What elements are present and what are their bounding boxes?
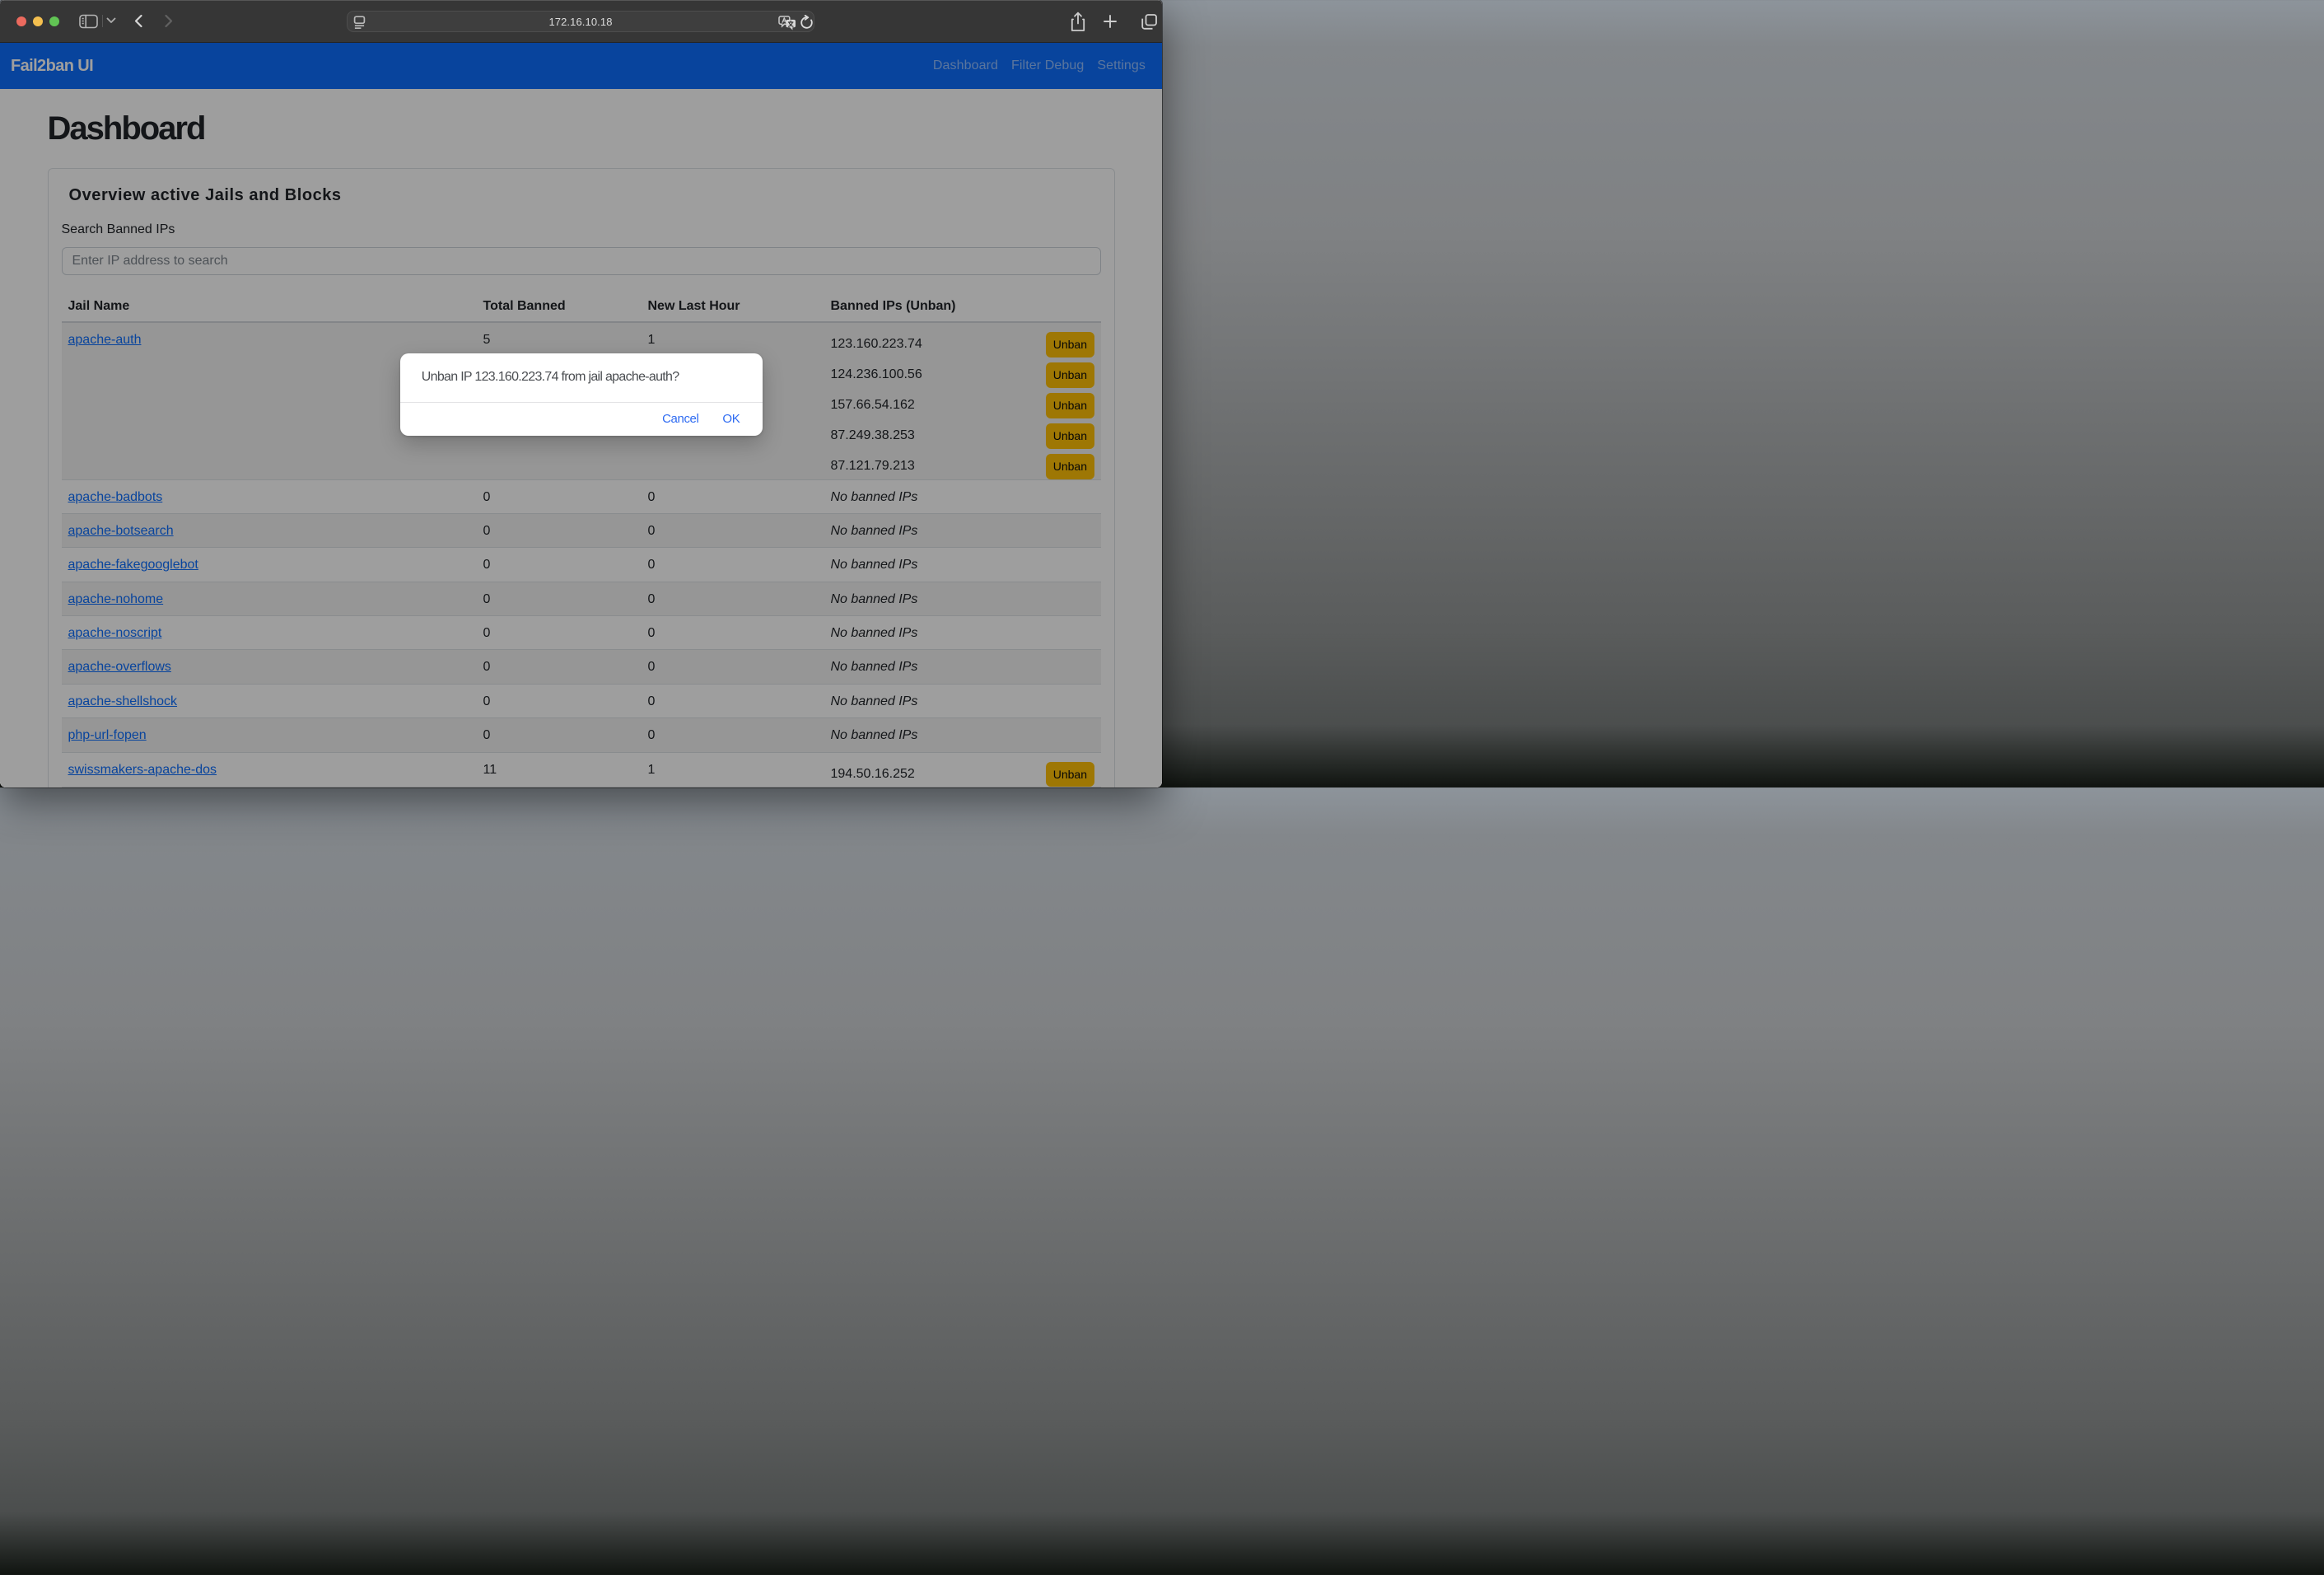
chevron-down-icon[interactable] [106,17,116,24]
confirm-dialog: Unban IP 123.160.223.74 from jail apache… [400,353,763,436]
minimize-window-button[interactable] [33,16,43,26]
web-content: Fail2ban UI DashboardFilter DebugSetting… [0,43,1162,788]
new-tab-icon[interactable] [1104,15,1117,28]
cancel-button[interactable]: Cancel [662,412,698,426]
close-window-button[interactable] [16,16,26,26]
share-icon[interactable] [1070,12,1086,32]
back-icon[interactable] [133,14,145,28]
toolbar-separator [102,15,103,27]
forward-icon[interactable] [162,14,175,28]
dialog-buttons: Cancel OK [400,403,763,436]
ok-button[interactable]: OK [722,412,740,426]
safari-window: 172.16.10.18 [0,0,1162,788]
browser-toolbar: 172.16.10.18 [0,0,1162,43]
zoom-window-button[interactable] [49,16,59,26]
sidebar-icon[interactable] [79,14,98,29]
address-bar[interactable]: 172.16.10.18 [347,11,814,32]
reload-icon[interactable] [800,15,814,30]
tabs-icon[interactable] [1141,14,1157,30]
url-text[interactable]: 172.16.10.18 [348,16,814,28]
translate-icon[interactable] [778,16,796,32]
dialog-message: Unban IP 123.160.223.74 from jail apache… [400,353,763,402]
